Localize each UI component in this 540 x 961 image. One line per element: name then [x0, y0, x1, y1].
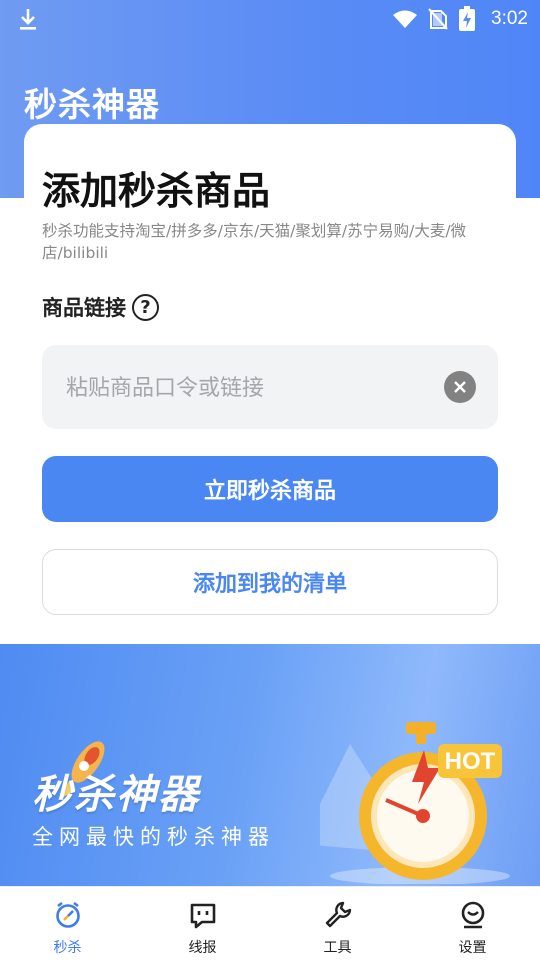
tab-settings[interactable]: 设置 [405, 887, 540, 961]
wrench-icon [323, 900, 353, 934]
product-link-label: 商品链接 [42, 296, 126, 320]
no-sim-icon [428, 8, 448, 34]
help-icon[interactable]: ? [132, 293, 159, 321]
alarm-clock-icon [53, 900, 83, 934]
hot-badge-text: HOT [445, 748, 496, 775]
wifi-icon [392, 9, 418, 33]
clear-input-icon[interactable] [444, 371, 476, 403]
card-title: 添加秒杀商品 [42, 169, 271, 213]
bottom-tab-bar: 秒杀 线报 工具 设置 [0, 886, 540, 961]
product-link-input[interactable] [64, 345, 438, 431]
banner-title: 秒杀神器 [32, 772, 200, 818]
tab-seckill-label: 秒杀 [53, 940, 82, 956]
product-link-label-row: 商品链接 ? [42, 292, 159, 322]
chat-bubble-icon [188, 900, 218, 934]
tab-seckill[interactable]: 秒杀 [0, 887, 135, 961]
tab-news-label: 线报 [188, 940, 217, 956]
smile-face-icon [458, 900, 488, 934]
product-link-input-box [42, 345, 498, 431]
tab-settings-label: 设置 [458, 940, 487, 956]
app-title: 秒杀神器 [24, 85, 160, 124]
tab-tools[interactable]: 工具 [270, 887, 405, 961]
battery-charging-icon [458, 6, 476, 36]
stopwatch-hot-icon: HOT [300, 704, 530, 886]
add-item-card: 添加秒杀商品 秒杀功能支持淘宝/拼多多/京东/天猫/聚划算/苏宁易购/大麦/微店… [24, 124, 516, 644]
supported-platforms-text: 秒杀功能支持淘宝/拼多多/京东/天猫/聚划算/苏宁易购/大麦/微店/bilibi… [42, 222, 467, 262]
tab-tools-label: 工具 [323, 940, 352, 956]
add-to-list-button[interactable]: 添加到我的清单 [42, 549, 498, 615]
tab-news[interactable]: 线报 [135, 887, 270, 961]
status-bar: 3:02 [0, 0, 540, 38]
status-time: 3:02 [491, 8, 528, 29]
seckill-now-button[interactable]: 立即秒杀商品 [42, 456, 498, 522]
download-icon [17, 7, 39, 35]
banner-subtitle: 全网最快的秒杀神器 [32, 825, 275, 849]
promo-banner[interactable]: 秒杀神器 全网最快的秒杀神器 HOT [0, 644, 540, 886]
